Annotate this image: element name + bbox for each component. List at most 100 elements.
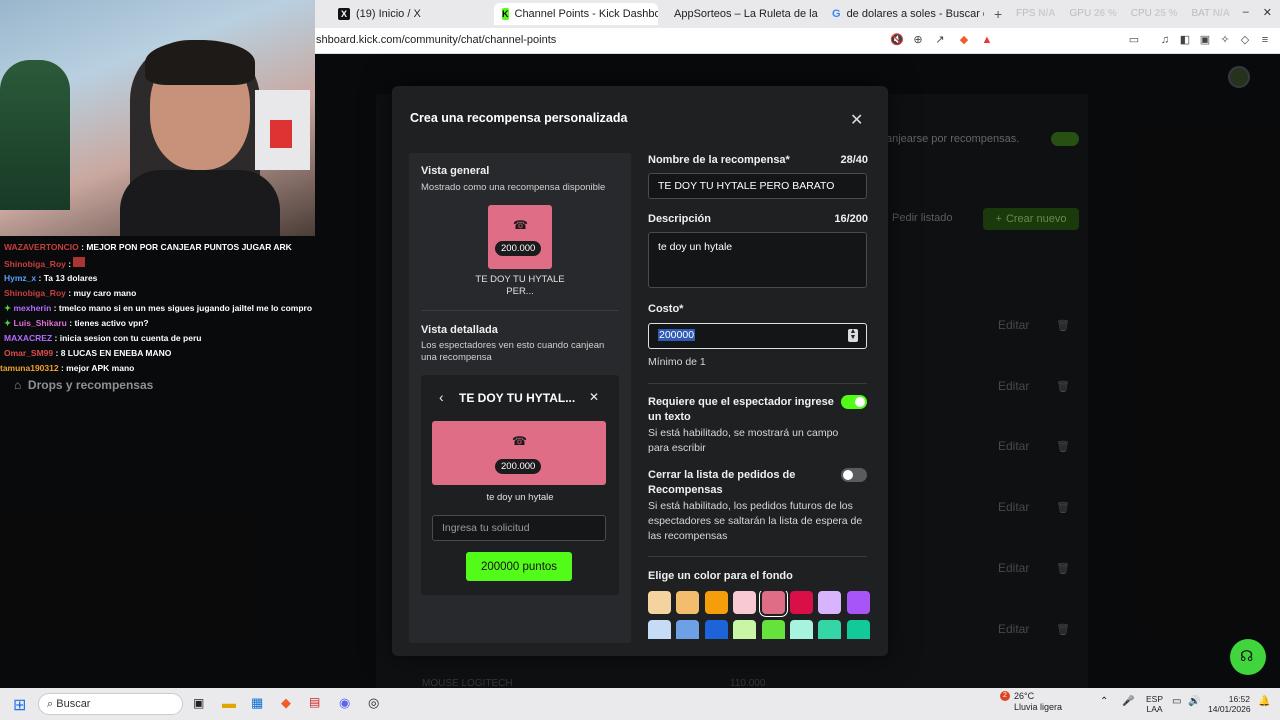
tray-chevron-icon[interactable]: ⌃ [1100,696,1108,707]
detail-header-title: TE DOY TU HYTAL... [459,391,576,405]
zoom-icon[interactable]: ⊕ [911,33,925,47]
require-text-toggle[interactable] [841,395,867,409]
clock[interactable]: 16:52 14/01/2026 [1208,694,1251,714]
reward-name-input[interactable]: TE DOY TU HYTALE PERO BARATO [648,173,867,199]
notification-bell-icon[interactable]: 🔔 [1258,696,1270,707]
gift-icon: ⌂ [14,378,22,392]
color-swatch[interactable] [733,591,757,614]
tab-google[interactable]: G de dolares a soles - Buscar con Goog [824,3,984,25]
search-label: Buscar [56,698,91,710]
x-icon: X [338,8,350,20]
menu-icon[interactable]: ≡ [1258,33,1272,47]
general-view-subtitle: Mostrado como una recompensa disponible [421,182,606,193]
cpu-value: 25 % [1154,8,1178,19]
language-indicator[interactable]: ESP LAA [1146,694,1163,714]
chat-user: Shinobiga_Roy [4,259,66,269]
color-swatch[interactable] [704,620,728,639]
chat-text: : tmelco mano si en un mes sigues jugand… [53,303,313,313]
windows-taskbar: ⊞ ⌕ Buscar ▣ ▬ ▦ ◆ ▤ ◉ ◎ 2 26°C Lluvia l… [0,688,1280,720]
taskbar-search[interactable]: ⌕ Buscar [38,693,183,715]
leo-icon[interactable]: ✧ [1218,33,1232,47]
discord-icon[interactable]: ◉ [339,695,350,711]
color-swatch[interactable] [818,591,842,614]
reader-icon[interactable]: ▭ [1127,33,1141,47]
color-picker [648,591,870,639]
description-value: te doy un hytale [658,241,733,253]
badge-icon: ✦ [4,318,12,328]
reward-card-title: TE DOY TU HYTALE PER... [475,274,565,297]
request-input[interactable]: Ingresa tu solicitud [432,515,606,541]
color-swatch[interactable] [790,620,813,639]
redeem-button[interactable]: 200000 puntos [466,552,572,581]
share-icon[interactable]: ↗ [933,33,947,47]
color-swatch[interactable] [761,591,785,614]
description-textarea[interactable]: te doy un hytale [648,232,867,288]
task-view-icon[interactable]: ▣ [193,696,204,710]
app-icon[interactable]: ▤ [309,695,320,709]
chat-text: : 8 LUCAS EN ENEBA MANO [55,348,172,358]
minimize-icon[interactable]: – [1243,6,1249,19]
mute-icon[interactable]: 🔇 [890,33,904,47]
color-swatch[interactable] [704,591,728,614]
reward-card-preview: ☎ 200.000 [488,205,552,269]
bat-value: N/A [1212,8,1230,19]
volume-icon[interactable]: 🔊 [1188,696,1200,707]
sidebar-item-drops[interactable]: ⌂ Drops y recompensas [14,378,153,392]
close-window-icon[interactable]: ✕ [1263,6,1272,19]
network-icon[interactable]: ▭ [1172,696,1181,707]
color-swatch[interactable] [648,591,671,614]
chat-user: Omar_SM99 [4,348,54,358]
url-text[interactable]: shboard.kick.com/community/chat/channel-… [316,34,556,46]
chat-user: MAXACREZ [4,333,53,343]
color-swatch[interactable] [676,591,700,614]
color-swatch[interactable] [676,620,700,639]
divider [648,556,867,557]
tab-appsorteos[interactable]: AppSorteos – La Ruleta de la Suerte [660,3,820,25]
cost-input[interactable]: 200000 ▲ ▼ [648,323,867,349]
color-swatch[interactable] [761,620,785,639]
color-swatch[interactable] [846,620,870,639]
chat-message: tamuna190312 : mejor APK mano [0,363,134,373]
color-swatch[interactable] [733,620,757,639]
request-input-placeholder: Ingresa tu solicitud [442,522,530,534]
chat-message: ✦ Luis_Shikaru : tienes activo vpn? [4,318,149,329]
brave-icon[interactable]: ◆ [281,695,291,711]
store-icon[interactable]: ▦ [251,695,263,711]
gpu-value: 26 % [1093,8,1117,19]
reward-name-value: TE DOY TU HYTALE PERO BARATO [658,180,835,192]
color-swatch[interactable] [846,591,870,614]
media-icon[interactable]: ♫ [1158,33,1172,47]
color-swatch[interactable] [818,620,842,639]
tab-kick-dashboard[interactable]: K Channel Points - Kick Dashboard × [494,3,658,25]
lang-secondary: LAA [1146,704,1163,714]
microphone-icon[interactable]: 🎤 [1122,696,1134,707]
shirt [120,170,280,236]
color-swatch[interactable] [648,620,671,639]
require-text-label: Requiere que el espectador ingrese un te… [648,396,834,423]
file-explorer-icon[interactable]: ▬ [222,695,236,711]
new-tab-button[interactable]: + [986,3,1010,25]
reward-preview-panel: Vista general Mostrado como una recompen… [409,153,631,643]
vpn-icon[interactable]: ◇ [1238,33,1252,47]
color-swatch[interactable] [790,591,813,614]
spinner-icon[interactable]: ▲ ▼ [848,328,858,342]
obs-icon[interactable]: ◎ [368,695,379,711]
tab-x[interactable]: X (19) Inicio / X [330,3,490,25]
require-text-help: Si está habilitado, se mostrará un campo… [648,427,839,454]
search-icon: ⌕ [47,698,54,710]
divider [648,383,867,384]
weather-widget[interactable]: 2 26°C Lluvia ligera [994,691,1062,713]
cpu-label: CPU [1130,8,1152,19]
stream-chat-overlay: WAZAVERTONCIO : MEJOR PON POR CANJEAR PU… [0,236,315,386]
windows-start-icon[interactable]: ⊞ [13,695,26,715]
skip-queue-toggle[interactable] [841,468,867,482]
cost-value: 200000 [658,329,696,341]
support-chat-button[interactable]: ☊ [1230,639,1266,675]
close-icon[interactable]: ✕ [850,110,863,130]
wallet-icon[interactable]: ▣ [1198,33,1212,47]
close-icon[interactable]: ✕ [589,390,599,404]
back-icon[interactable]: ‹ [439,389,444,405]
brave-shield-icon[interactable]: ◆ [957,33,971,47]
sidebar-icon[interactable]: ◧ [1178,33,1192,47]
brave-rewards-icon[interactable]: ▲ [980,33,994,47]
